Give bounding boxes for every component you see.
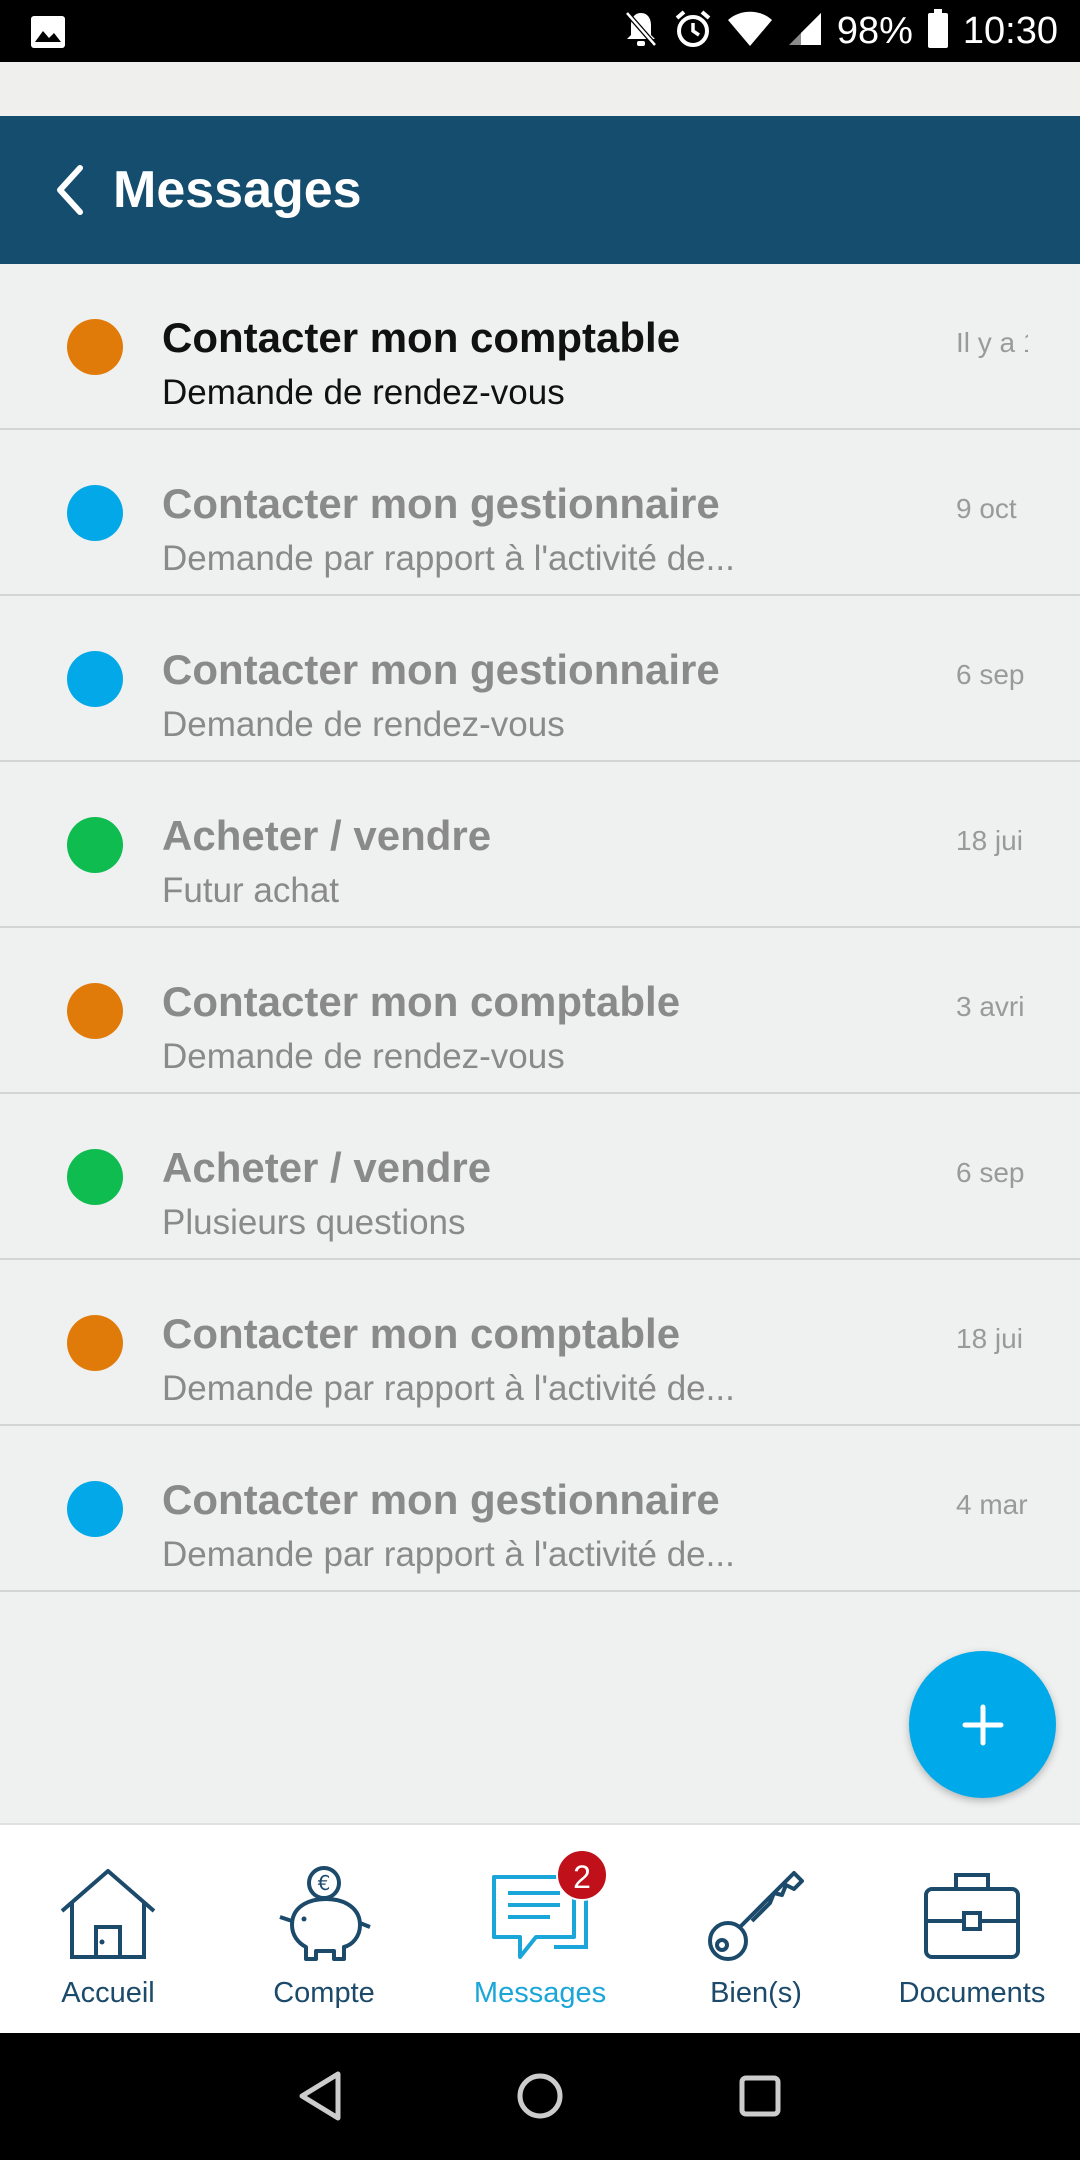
nav-label: Compte xyxy=(273,1977,375,2009)
clock-time: 10:30 xyxy=(962,9,1058,52)
message-subtitle: Demande par rapport à l'activité de... xyxy=(162,1369,735,1408)
nav-accueil[interactable]: Accueil xyxy=(0,1825,216,2035)
svg-text:€: € xyxy=(318,1871,331,1895)
message-subtitle: Plusieurs questions xyxy=(162,1203,466,1242)
wifi-icon xyxy=(727,11,773,52)
house-icon xyxy=(60,1869,156,1959)
category-dot xyxy=(67,1149,123,1205)
bottom-navigation: Accueil € Compte Messages Bien(s) Docume… xyxy=(0,1823,1080,2033)
message-row[interactable]: Acheter / vendre Plusieurs questions 6 s… xyxy=(0,1094,1080,1260)
piggy-bank-icon: € xyxy=(279,1866,371,1961)
message-row[interactable]: Contacter mon comptable Demande de rende… xyxy=(0,264,1080,430)
message-row[interactable]: Contacter mon gestionnaire Demande de re… xyxy=(0,596,1080,762)
back-button[interactable] xyxy=(30,150,110,230)
category-dot xyxy=(67,485,123,541)
message-row[interactable]: Contacter mon gestionnaire Demande par r… xyxy=(0,1426,1080,1592)
nav-documents[interactable]: Documents xyxy=(864,1825,1080,2035)
message-list: Contacter mon comptable Demande de rende… xyxy=(0,264,1080,1592)
nav-label: Bien(s) xyxy=(710,1977,802,2009)
message-subtitle: Demande par rapport à l'activité de... xyxy=(162,1535,735,1574)
message-subtitle: Futur achat xyxy=(162,871,340,910)
nav-label: Documents xyxy=(898,1977,1046,2009)
signal-icon xyxy=(787,11,823,52)
alarm-icon xyxy=(673,9,713,54)
category-dot xyxy=(67,1481,123,1537)
chevron-left-icon xyxy=(57,165,83,215)
message-row[interactable]: Contacter mon comptable Demande par rapp… xyxy=(0,1260,1080,1426)
message-date: 4 mar xyxy=(956,1489,1028,1520)
message-subtitle: Demande de rendez-vous xyxy=(162,373,565,412)
message-title: Contacter mon gestionnaire xyxy=(162,1476,720,1523)
key-icon xyxy=(708,1871,804,1961)
message-date: 18 jui xyxy=(956,1323,1023,1354)
recents-square-icon[interactable] xyxy=(730,2066,790,2126)
message-date: 6 sep xyxy=(956,1157,1025,1188)
message-date: 18 jui xyxy=(956,825,1023,856)
message-subtitle: Demande par rapport à l'activité de... xyxy=(162,539,735,578)
message-date: 6 sep xyxy=(956,659,1025,690)
unread-count-badge: 2 xyxy=(556,1849,608,1901)
message-subtitle: Demande de rendez-vous xyxy=(162,705,565,744)
nav-label: Messages xyxy=(473,1977,607,2009)
message-title: Contacter mon comptable xyxy=(162,978,681,1025)
battery-icon xyxy=(927,8,949,54)
message-subtitle: Demande de rendez-vous xyxy=(162,1037,565,1076)
message-title: Contacter mon comptable xyxy=(162,1310,681,1357)
message-row[interactable]: Contacter mon comptable Demande de rende… xyxy=(0,928,1080,1094)
message-date: Il y a 1 xyxy=(956,327,1028,358)
message-title: Acheter / vendre xyxy=(162,1144,492,1191)
app-bar: Messages xyxy=(0,116,1080,264)
message-title: Contacter mon comptable xyxy=(162,314,681,361)
message-row[interactable]: Contacter mon gestionnaire Demande par r… xyxy=(0,430,1080,596)
bell-off-icon xyxy=(623,9,659,54)
status-bar: 98% 10:30 xyxy=(0,0,1080,62)
message-title: Contacter mon gestionnaire xyxy=(162,480,720,527)
nav-compte[interactable]: € Compte xyxy=(216,1825,432,2035)
message-date: 3 avri xyxy=(956,991,1025,1022)
battery-percent: 98% xyxy=(836,9,913,52)
plus-icon xyxy=(962,1704,1003,1745)
image-icon xyxy=(30,15,66,54)
back-triangle-icon[interactable] xyxy=(290,2066,350,2126)
new-message-button[interactable] xyxy=(909,1651,1056,1798)
page-title: Messages xyxy=(113,161,362,219)
category-dot xyxy=(67,983,123,1039)
message-row[interactable]: Acheter / vendre Futur achat 18 jui xyxy=(0,762,1080,928)
message-date: 9 oct xyxy=(956,493,1017,524)
category-dot xyxy=(67,817,123,873)
nav-biens[interactable]: Bien(s) xyxy=(648,1825,864,2035)
home-circle-icon[interactable] xyxy=(510,2066,570,2126)
category-dot xyxy=(67,1315,123,1371)
category-dot xyxy=(67,651,123,707)
category-dot xyxy=(67,319,123,375)
message-title: Contacter mon gestionnaire xyxy=(162,646,720,693)
nav-label: Accueil xyxy=(61,1977,155,2009)
briefcase-icon xyxy=(924,1873,1020,1959)
header-spacer xyxy=(0,62,1080,116)
nav-messages[interactable]: Messages xyxy=(432,1825,648,2035)
message-title: Acheter / vendre xyxy=(162,812,492,859)
system-navigation-bar xyxy=(0,2033,1080,2160)
